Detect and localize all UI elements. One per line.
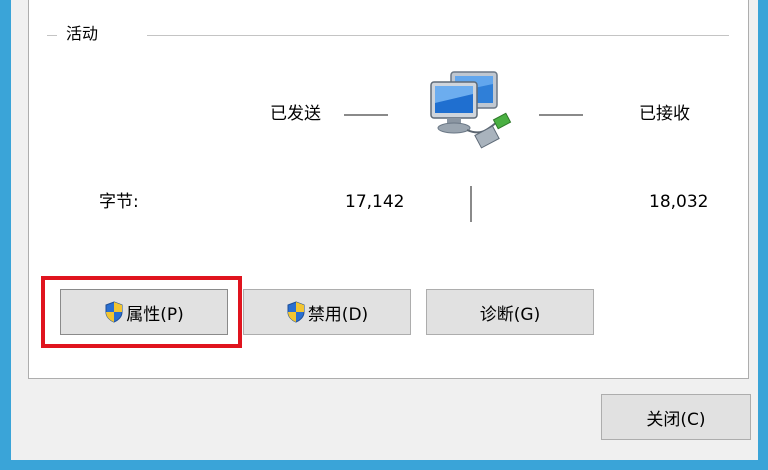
diagnose-button-label: 诊断(G) <box>479 304 541 325</box>
sent-label: 已发送 <box>270 104 321 124</box>
activity-group-title: 活动 <box>63 23 102 45</box>
diagnose-button[interactable]: 诊断(G) <box>426 289 594 335</box>
close-button-label: 关闭(C) <box>646 409 706 430</box>
bytes-label: 字节: <box>99 192 139 212</box>
sent-dash <box>344 114 388 116</box>
group-border-right <box>147 35 729 36</box>
dialog-client-area: 活动 已发送 已接收 字节: 17,142 18,032 属性(P) 禁用(D)… <box>11 0 758 460</box>
properties-highlight-box <box>41 276 242 348</box>
received-label: 已接收 <box>639 104 690 124</box>
uac-shield-icon <box>287 301 305 323</box>
disable-button-label: 禁用(D) <box>307 304 369 325</box>
bytes-received-value: 18,032 <box>649 192 709 212</box>
close-button[interactable]: 关闭(C) <box>601 394 751 440</box>
network-computer-icon <box>430 71 512 149</box>
window-bottom-border <box>0 460 768 470</box>
sent-received-divider <box>470 186 472 222</box>
received-dash <box>539 114 583 116</box>
bytes-sent-value: 17,142 <box>345 192 405 212</box>
group-border-left <box>47 35 57 36</box>
window-right-border <box>758 0 768 470</box>
disable-button[interactable]: 禁用(D) <box>243 289 411 335</box>
window-left-border <box>0 0 11 470</box>
